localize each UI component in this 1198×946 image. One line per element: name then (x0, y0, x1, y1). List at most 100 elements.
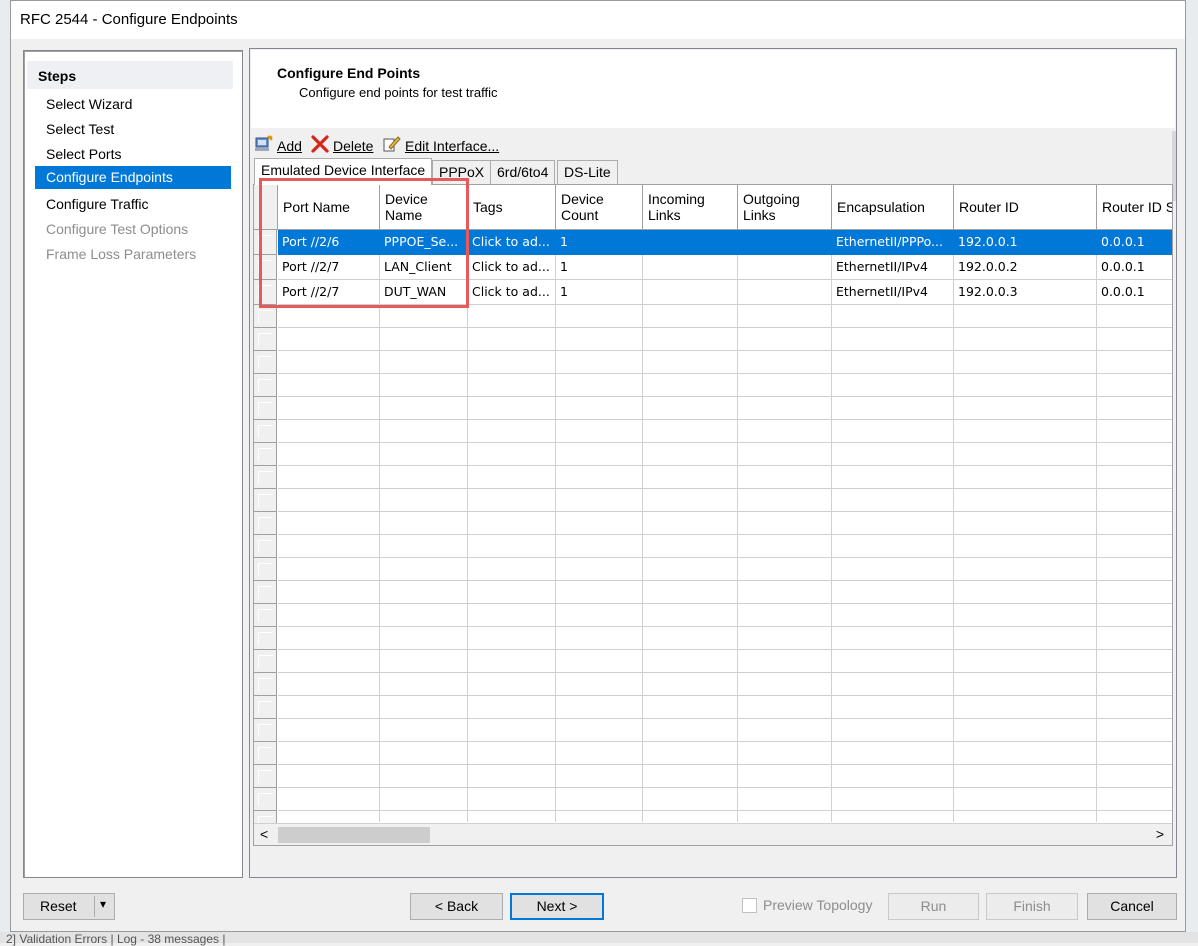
back-button[interactable]: < Back (410, 893, 503, 920)
scroll-left-arrow[interactable]: < (260, 826, 268, 842)
cell-port-name[interactable]: Port //2/7 (278, 255, 380, 280)
row-header[interactable] (254, 351, 277, 374)
column-header-device-name[interactable]: Device Name (380, 185, 468, 230)
step-select-wizard[interactable]: Select Wizard (35, 93, 231, 116)
cell-incoming-links[interactable] (643, 280, 738, 305)
reset-dropdown-arrow-icon[interactable]: ▾ (100, 897, 106, 911)
row-header[interactable] (254, 512, 277, 535)
row-header[interactable] (254, 719, 277, 742)
cell-device-count[interactable]: 1 (556, 280, 643, 305)
run-label: Run (920, 898, 947, 914)
grid-row-line (278, 534, 1172, 535)
row-header[interactable] (254, 788, 277, 811)
preview-topology-checkbox[interactable] (742, 898, 757, 913)
row-header[interactable] (254, 328, 277, 351)
cell-router-id[interactable]: 192.0.0.1 (954, 230, 1097, 255)
row-header[interactable] (254, 420, 277, 443)
edit-interface-button[interactable]: Edit Interface... (382, 135, 499, 156)
tab-emulated-device-interface[interactable]: Emulated Device Interface (254, 158, 433, 185)
tab-ds-lite[interactable]: DS-Lite (557, 160, 618, 184)
column-header-incoming-links[interactable]: Incoming Links (643, 185, 738, 230)
cell-outgoing-links[interactable] (738, 230, 832, 255)
reset-button[interactable]: Reset ▾ (23, 893, 115, 920)
cell-incoming-links[interactable] (643, 230, 738, 255)
cell-device-name[interactable]: PPPOE_Se... (380, 230, 468, 255)
scroll-right-arrow[interactable]: > (1156, 826, 1164, 842)
cancel-button[interactable]: Cancel (1087, 893, 1177, 920)
cell-router-id-step[interactable]: 0.0.0.1 (1097, 230, 1172, 255)
cell-encapsulation[interactable]: EthernetII/IPv4 (832, 280, 954, 305)
grid-row-line (278, 695, 1172, 696)
tab-pppox[interactable]: PPPoX (432, 160, 492, 184)
add-button[interactable]: Add (254, 135, 302, 156)
row-header[interactable] (254, 397, 277, 420)
scroll-thumb[interactable] (278, 827, 430, 843)
row-header[interactable] (254, 489, 277, 512)
cell-port-name[interactable]: Port //2/6 (278, 230, 380, 255)
page-subtitle: Configure end points for test traffic (299, 85, 498, 100)
content-header: Configure End Points Configure end point… (251, 50, 1175, 128)
row-header[interactable] (254, 305, 277, 328)
grid-row-line (278, 741, 1172, 742)
row-header[interactable] (254, 673, 277, 696)
row-header[interactable] (254, 696, 277, 719)
grid-row-line (278, 672, 1172, 673)
step-configure-traffic[interactable]: Configure Traffic (35, 193, 231, 216)
row-header[interactable] (254, 650, 277, 673)
row-header[interactable] (254, 443, 277, 466)
tab-6rd-6to4[interactable]: 6rd/6to4 (490, 160, 556, 184)
cell-tags[interactable]: Click to ad... (468, 255, 556, 280)
row-header[interactable] (254, 280, 277, 305)
cell-router-id[interactable]: 192.0.0.3 (954, 280, 1097, 305)
content-panel: Configure End Points Configure end point… (249, 48, 1177, 878)
step-select-test[interactable]: Select Test (35, 118, 231, 141)
row-header[interactable] (254, 581, 277, 604)
column-header-tags[interactable]: Tags (468, 185, 556, 230)
row-header[interactable] (254, 466, 277, 489)
horizontal-scrollbar[interactable]: < > (254, 823, 1172, 845)
step-configure-endpoints[interactable]: Configure Endpoints (35, 166, 231, 189)
column-header-port-name[interactable]: Port Name (278, 185, 380, 230)
cell-encapsulation[interactable]: EthernetII/IPv4 (832, 255, 954, 280)
delete-button-label: Delete (333, 137, 374, 154)
column-header-router-id[interactable]: Router ID (954, 185, 1097, 230)
cell-encapsulation[interactable]: EthernetII/PPPo... (832, 230, 954, 255)
cell-router-id-step[interactable]: 0.0.0.1 (1097, 255, 1172, 280)
finish-label: Finish (1013, 898, 1051, 914)
row-header[interactable] (254, 230, 277, 255)
cell-device-name[interactable]: DUT_WAN (380, 280, 468, 305)
page-title: Configure End Points (277, 65, 421, 81)
cell-incoming-links[interactable] (643, 255, 738, 280)
row-header[interactable] (254, 627, 277, 650)
cell-router-id[interactable]: 192.0.0.2 (954, 255, 1097, 280)
step-select-ports[interactable]: Select Ports (35, 143, 231, 166)
row-header[interactable] (254, 742, 277, 765)
column-header-encapsulation[interactable]: Encapsulation (832, 185, 954, 230)
cell-outgoing-links[interactable] (738, 280, 832, 305)
cell-tags[interactable]: Click to ad... (468, 230, 556, 255)
cell-outgoing-links[interactable] (738, 255, 832, 280)
configure-endpoints-dialog: RFC 2544 - Configure Endpoints Steps Sel… (10, 0, 1186, 932)
next-button[interactable]: Next > (510, 893, 604, 920)
title-bar[interactable]: RFC 2544 - Configure Endpoints (11, 1, 1185, 39)
row-header[interactable] (254, 535, 277, 558)
cell-router-id-step[interactable]: 0.0.0.1 (1097, 280, 1172, 305)
column-header-outgoing-links[interactable]: Outgoing Links (738, 185, 832, 230)
row-header[interactable] (254, 765, 277, 788)
background-status-text: 2] Validation Errors | Log - 38 messages… (6, 932, 226, 946)
row-header[interactable] (254, 255, 277, 280)
grid-column-line (555, 230, 556, 822)
cell-device-count[interactable]: 1 (556, 255, 643, 280)
run-button: Run (888, 893, 979, 920)
cell-device-count[interactable]: 1 (556, 230, 643, 255)
row-header[interactable] (254, 604, 277, 627)
delete-button[interactable]: Delete (310, 135, 373, 156)
column-header-device-count[interactable]: Device Count (556, 185, 643, 230)
cell-port-name[interactable]: Port //2/7 (278, 280, 380, 305)
row-header[interactable] (254, 374, 277, 397)
column-header-router-id-step[interactable]: Router ID S (1097, 185, 1172, 230)
grid-row-line (278, 396, 1172, 397)
row-header[interactable] (254, 558, 277, 581)
cell-device-name[interactable]: LAN_Client (380, 255, 468, 280)
cell-tags[interactable]: Click to ad... (468, 280, 556, 305)
